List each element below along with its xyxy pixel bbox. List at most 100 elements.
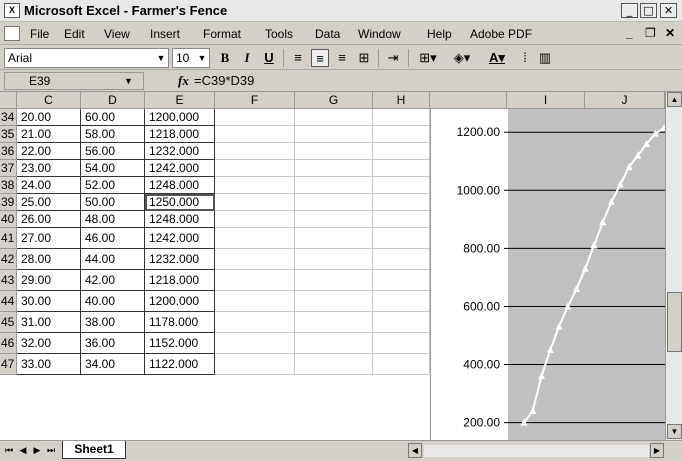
cell-f[interactable] [215, 228, 295, 249]
cell-c[interactable]: 30.00 [17, 291, 81, 312]
cell-e[interactable]: 1178.000 [145, 312, 215, 333]
cell-f[interactable] [215, 160, 295, 177]
cell-c[interactable]: 32.00 [17, 333, 81, 354]
name-box[interactable]: E39 [4, 72, 144, 90]
cell-e[interactable]: 1152.000 [145, 333, 215, 354]
select-all-corner[interactable] [0, 92, 17, 109]
cell-d[interactable]: 56.00 [81, 143, 145, 160]
cell-g[interactable] [295, 177, 373, 194]
cell-c[interactable]: 21.00 [17, 126, 81, 143]
cell-d[interactable]: 52.00 [81, 177, 145, 194]
cell-g[interactable] [295, 228, 373, 249]
cell-h[interactable] [373, 177, 430, 194]
cell-d[interactable]: 36.00 [81, 333, 145, 354]
cell-c[interactable]: 24.00 [17, 177, 81, 194]
cell-d[interactable]: 46.00 [81, 228, 145, 249]
align-right-icon[interactable]: ≡ [333, 49, 351, 67]
cell-c[interactable]: 33.00 [17, 354, 81, 375]
cell-e[interactable]: 1218.000 [145, 270, 215, 291]
cell-g[interactable] [295, 354, 373, 375]
row-header[interactable]: 35 [0, 126, 17, 143]
prev-sheet-icon[interactable]: ◀ [16, 444, 30, 458]
cell-g[interactable] [295, 211, 373, 228]
first-sheet-icon[interactable]: ⏮ [2, 444, 16, 458]
row-header[interactable]: 43 [0, 270, 17, 291]
cell-c[interactable]: 22.00 [17, 143, 81, 160]
cell-d[interactable]: 42.00 [81, 270, 145, 291]
chevron-down-icon[interactable]: ▼ [155, 49, 167, 67]
cell-d[interactable]: 44.00 [81, 249, 145, 270]
cell-d[interactable]: 54.00 [81, 160, 145, 177]
cell-g[interactable] [295, 312, 373, 333]
scroll-left-icon[interactable]: ◀ [408, 443, 422, 458]
align-center-icon[interactable]: ≡ [311, 49, 329, 67]
last-sheet-icon[interactable]: ⏭ [44, 444, 58, 458]
chevron-down-icon[interactable]: ▼ [124, 76, 133, 86]
fill-color-icon[interactable]: ◈▾ [448, 49, 476, 67]
cell-f[interactable] [215, 270, 295, 291]
cell-c[interactable]: 29.00 [17, 270, 81, 291]
row-header[interactable]: 46 [0, 333, 17, 354]
cell-c[interactable]: 26.00 [17, 211, 81, 228]
cell-g[interactable] [295, 126, 373, 143]
vertical-scrollbar[interactable]: ▲ ▼ [665, 92, 682, 440]
cell-d[interactable]: 40.00 [81, 291, 145, 312]
cell-f[interactable] [215, 354, 295, 375]
cell-e[interactable]: 1218.000 [145, 126, 215, 143]
column-header-e[interactable]: E [145, 92, 215, 109]
menu-edit[interactable]: Edit [64, 27, 85, 41]
underline-icon[interactable]: U [260, 49, 278, 67]
row-header[interactable]: 39 [0, 194, 17, 211]
worksheet-grid[interactable]: C D E F G H 34 20.00 60.00 1200.000 35 21.00 5… [0, 92, 430, 440]
cell-c[interactable]: 27.00 [17, 228, 81, 249]
function-icon[interactable]: fx [178, 73, 189, 89]
cell-e[interactable]: 1232.000 [145, 143, 215, 160]
row-header[interactable]: 34 [0, 109, 17, 126]
row-header[interactable]: 38 [0, 177, 17, 194]
cell-g[interactable] [295, 160, 373, 177]
cell-h[interactable] [373, 143, 430, 160]
cell-e[interactable]: 1232.000 [145, 249, 215, 270]
maximize-icon[interactable]: □ [640, 3, 657, 18]
cell-g[interactable] [295, 194, 373, 211]
cell-g[interactable] [295, 143, 373, 160]
doc-restore-icon[interactable]: ❐ [645, 26, 656, 40]
menu-view[interactable]: View [104, 27, 130, 41]
scroll-right-icon[interactable]: ▶ [650, 443, 664, 458]
excel-app-icon[interactable]: X [4, 3, 20, 18]
cell-e[interactable]: 1248.000 [145, 211, 215, 228]
scroll-down-icon[interactable]: ▼ [667, 424, 682, 439]
cell-d[interactable]: 34.00 [81, 354, 145, 375]
cell-d[interactable]: 50.00 [81, 194, 145, 211]
row-header[interactable]: 41 [0, 228, 17, 249]
cell-h[interactable] [373, 270, 430, 291]
toolbar-options-icon[interactable]: ⁞ [518, 49, 532, 67]
menu-adobe-pdf[interactable]: Adobe PDF [470, 27, 532, 41]
merge-center-icon[interactable]: ⊞ [355, 49, 373, 67]
borders-icon[interactable]: ⊞▾ [414, 49, 442, 67]
column-header-h[interactable]: H [373, 92, 430, 109]
cell-e[interactable]: 1250.000 [145, 194, 215, 211]
row-header[interactable]: 36 [0, 143, 17, 160]
cell-h[interactable] [373, 312, 430, 333]
cell-c[interactable]: 28.00 [17, 249, 81, 270]
cell-e[interactable]: 1242.000 [145, 160, 215, 177]
cell-h[interactable] [373, 211, 430, 228]
menu-help[interactable]: Help [427, 27, 452, 41]
column-header-c[interactable]: C [17, 92, 81, 109]
font-name-box[interactable]: Arial [4, 48, 169, 68]
column-header-i[interactable]: I [507, 92, 585, 109]
cell-g[interactable] [295, 249, 373, 270]
chevron-down-icon[interactable]: ▼ [196, 49, 208, 67]
embedded-chart[interactable]: 1200.00 1000.00 800.00 600.00 400.00 200.00 [430, 109, 666, 440]
bold-icon[interactable]: B [216, 49, 234, 67]
column-header-h-ext[interactable] [430, 92, 507, 109]
cell-h[interactable] [373, 291, 430, 312]
research-icon[interactable]: ▥ [534, 49, 556, 67]
menu-window[interactable]: Window [358, 27, 401, 41]
cell-f[interactable] [215, 291, 295, 312]
align-left-icon[interactable]: ≡ [289, 49, 307, 67]
row-header[interactable]: 45 [0, 312, 17, 333]
cell-h[interactable] [373, 354, 430, 375]
cell-f[interactable] [215, 312, 295, 333]
